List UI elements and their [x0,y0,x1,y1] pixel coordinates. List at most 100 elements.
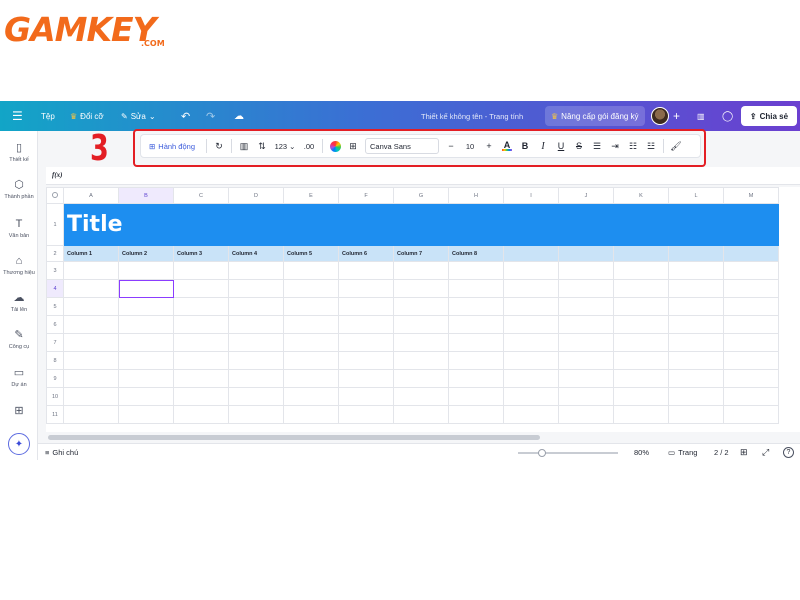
table-cell[interactable] [118,387,174,406]
table-cell[interactable] [448,315,504,334]
table-cell[interactable] [118,351,174,370]
column-header[interactable]: J [558,187,614,204]
sidebar-item-tools[interactable]: ✎ Công cụ [0,328,38,350]
table-cell[interactable] [118,333,174,352]
table-cell[interactable] [613,261,669,280]
row-header[interactable]: 2 [46,245,64,262]
table-cell[interactable] [613,279,669,298]
table-cell[interactable] [173,297,229,316]
table-cell[interactable] [173,261,229,280]
share-button[interactable]: ⇪ Chia sẻ [741,106,797,126]
table-cell[interactable] [393,387,449,406]
column-header-cell[interactable]: Column 7 [393,245,449,262]
formula-bar[interactable]: f(x) [46,167,800,185]
table-cell[interactable] [613,387,669,406]
sidebar-item-uploads[interactable]: ☁ Tải lên [0,291,38,313]
table-cell[interactable] [723,297,779,316]
table-cell[interactable] [393,315,449,334]
zoom-knob[interactable] [538,448,546,457]
table-cell[interactable] [668,297,724,316]
table-cell[interactable] [283,333,339,352]
row-header[interactable]: 3 [46,261,64,280]
table-cell[interactable] [668,333,724,352]
table-cell[interactable] [668,315,724,334]
column-header-cell[interactable]: Column 8 [448,245,504,262]
table-cell[interactable] [668,387,724,406]
column-header[interactable]: M [723,187,779,204]
table-cell[interactable] [228,351,284,370]
help-button[interactable]: ? [783,447,794,458]
table-cell[interactable] [63,387,119,406]
table-cell[interactable] [228,369,284,388]
sidebar-item-design[interactable]: ▯ Thiết kế [0,141,38,163]
table-cell[interactable] [558,369,614,388]
table-cell[interactable] [338,351,394,370]
table-cell[interactable] [173,369,229,388]
table-cell[interactable] [283,405,339,424]
table-cell[interactable] [173,315,229,334]
table-cell[interactable] [503,333,559,352]
column-header[interactable]: K [613,187,669,204]
table-cell[interactable] [283,351,339,370]
table-cell[interactable] [503,369,559,388]
upgrade-button[interactable]: ♛ Nâng cấp gói đăng ký [545,106,645,126]
table-cell[interactable] [228,261,284,280]
table-cell[interactable] [503,297,559,316]
table-cell[interactable] [228,297,284,316]
table-cell[interactable] [558,333,614,352]
table-cell[interactable] [558,405,614,424]
table-cell[interactable] [393,261,449,280]
table-cell[interactable] [283,315,339,334]
column-header[interactable]: G [393,187,449,204]
table-cell[interactable] [173,333,229,352]
table-cell[interactable] [448,261,504,280]
table-cell[interactable] [448,279,504,298]
table-cell[interactable] [558,351,614,370]
table-cell[interactable] [723,333,779,352]
cloud-save-icon[interactable]: ☁ [234,101,244,131]
row-header[interactable]: 5 [46,297,64,316]
pages-button[interactable]: ▭ Trang [668,444,697,460]
table-cell[interactable] [63,333,119,352]
magic-sparkle-button[interactable]: ✦ [8,433,30,455]
table-cell[interactable] [393,405,449,424]
column-header[interactable]: B [118,187,174,204]
grid-view-icon[interactable]: ⊞ [740,444,748,460]
title-cell[interactable]: Title [63,203,779,246]
table-cell[interactable] [63,297,119,316]
table-cell[interactable] [558,315,614,334]
table-cell[interactable] [448,387,504,406]
resize-button[interactable]: ♛ Đổi cỡ [70,101,104,131]
table-cell[interactable] [503,351,559,370]
column-header-cell[interactable]: Column 1 [63,245,119,262]
table-cell[interactable] [723,315,779,334]
table-cell[interactable] [503,405,559,424]
table-cell[interactable] [118,369,174,388]
column-header[interactable]: A [63,187,119,204]
table-cell[interactable] [613,351,669,370]
table-cell[interactable] [173,405,229,424]
column-header-cell[interactable]: Column 6 [338,245,394,262]
table-cell[interactable] [228,405,284,424]
select-all-corner[interactable] [46,187,64,204]
row-header[interactable]: 10 [46,387,64,406]
table-cell[interactable] [338,279,394,298]
table-cell[interactable] [338,387,394,406]
table-cell[interactable] [723,387,779,406]
table-cell[interactable] [228,279,284,298]
table-cell[interactable] [393,351,449,370]
table-cell[interactable] [393,333,449,352]
table-cell[interactable] [668,261,724,280]
table-cell[interactable] [173,387,229,406]
table-cell[interactable] [283,297,339,316]
table-cell[interactable] [63,351,119,370]
hamburger-icon[interactable]: ☰ [12,101,23,131]
row-header[interactable]: 11 [46,405,64,424]
column-header-cell[interactable]: Column 3 [173,245,229,262]
column-header[interactable]: E [283,187,339,204]
table-cell[interactable] [338,405,394,424]
table-cell[interactable] [228,315,284,334]
table-cell[interactable] [448,405,504,424]
undo-icon[interactable]: ↶ [181,101,190,131]
column-header[interactable]: C [173,187,229,204]
